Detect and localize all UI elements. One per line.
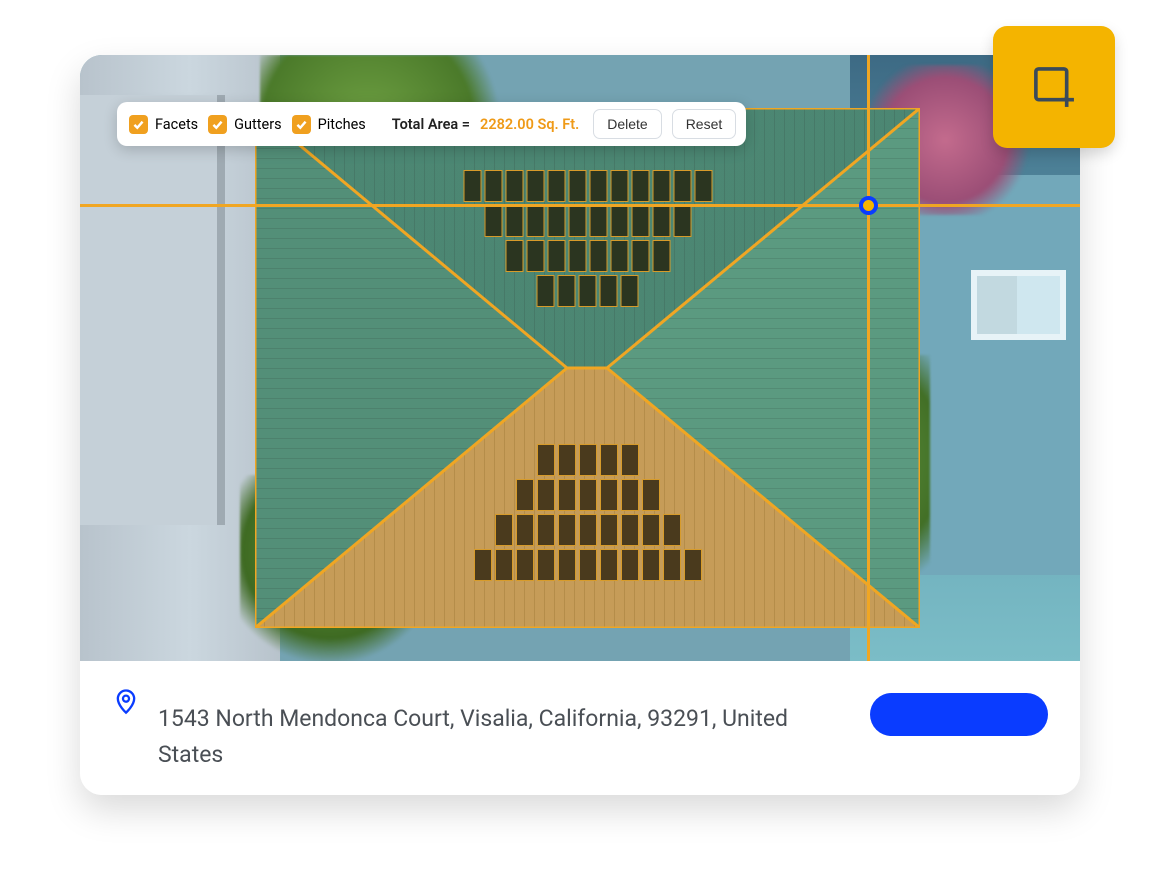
reset-button[interactable]: Reset bbox=[672, 109, 737, 139]
solar-panel bbox=[537, 275, 555, 307]
solar-panel bbox=[631, 205, 649, 237]
guideline-horizontal[interactable] bbox=[80, 204, 1080, 207]
solar-panel bbox=[694, 170, 712, 202]
total-area-label: Total Area = bbox=[392, 116, 470, 133]
measurement-card: Facets Gutters Pitches Total Area = 2282… bbox=[80, 55, 1080, 795]
delete-button[interactable]: Delete bbox=[593, 109, 661, 139]
solar-panel bbox=[516, 479, 534, 511]
solar-panel bbox=[631, 240, 649, 272]
solar-panel bbox=[652, 170, 670, 202]
solar-panel bbox=[568, 240, 586, 272]
solar-panel bbox=[579, 479, 597, 511]
solar-panel bbox=[684, 549, 702, 581]
solar-panel bbox=[516, 514, 534, 546]
solar-panel bbox=[558, 549, 576, 581]
solar-panel bbox=[568, 205, 586, 237]
solar-panel bbox=[642, 549, 660, 581]
solar-panel bbox=[579, 275, 597, 307]
solar-panel bbox=[663, 514, 681, 546]
solar-panel bbox=[495, 549, 513, 581]
solar-panel bbox=[610, 240, 628, 272]
pitches-checkbox[interactable]: Pitches bbox=[292, 115, 366, 134]
solar-panel bbox=[610, 205, 628, 237]
solar-panel bbox=[631, 170, 649, 202]
solar-panel bbox=[642, 514, 660, 546]
facets-checkbox[interactable]: Facets bbox=[129, 115, 198, 134]
gutters-checkbox[interactable]: Gutters bbox=[208, 115, 281, 134]
location-pin-icon bbox=[112, 687, 140, 715]
roof-structure[interactable] bbox=[255, 108, 920, 628]
solar-panel bbox=[663, 549, 681, 581]
solar-panel bbox=[484, 170, 502, 202]
primary-action-button[interactable] bbox=[870, 693, 1048, 736]
solar-panel bbox=[505, 205, 523, 237]
facets-label: Facets bbox=[155, 116, 198, 133]
solar-panel bbox=[537, 549, 555, 581]
solar-panel bbox=[600, 549, 618, 581]
measurement-toolbar: Facets Gutters Pitches Total Area = 2282… bbox=[117, 102, 746, 146]
solar-panel bbox=[673, 205, 691, 237]
solar-panel bbox=[495, 514, 513, 546]
guideline-vertical[interactable] bbox=[867, 55, 870, 661]
solar-panel bbox=[600, 479, 618, 511]
address-text: 1543 North Mendonca Court, Visalia, Cali… bbox=[158, 683, 852, 772]
solar-panel bbox=[589, 240, 607, 272]
solar-panel bbox=[673, 170, 691, 202]
solar-panel bbox=[463, 170, 481, 202]
check-icon bbox=[292, 115, 311, 134]
pitches-label: Pitches bbox=[318, 116, 366, 133]
solar-panel bbox=[652, 205, 670, 237]
solar-panel bbox=[537, 514, 555, 546]
solar-panel bbox=[589, 205, 607, 237]
check-icon bbox=[208, 115, 227, 134]
solar-panel bbox=[621, 549, 639, 581]
solar-panel bbox=[579, 444, 597, 476]
solar-panel bbox=[600, 275, 618, 307]
solar-panel bbox=[621, 444, 639, 476]
solar-panel bbox=[621, 275, 639, 307]
solar-panel bbox=[558, 444, 576, 476]
solar-panel bbox=[474, 549, 492, 581]
solar-panel bbox=[589, 170, 607, 202]
solar-panel bbox=[505, 170, 523, 202]
solar-array-top bbox=[463, 170, 712, 307]
solar-panel bbox=[558, 275, 576, 307]
solar-panel bbox=[568, 170, 586, 202]
solar-panel bbox=[558, 479, 576, 511]
solar-panel bbox=[579, 514, 597, 546]
aerial-map-canvas[interactable]: Facets Gutters Pitches Total Area = 2282… bbox=[80, 55, 1080, 661]
gutters-label: Gutters bbox=[234, 116, 281, 133]
solar-panel bbox=[526, 170, 544, 202]
solar-panel bbox=[621, 479, 639, 511]
address-footer: 1543 North Mendonca Court, Visalia, Cali… bbox=[80, 661, 1080, 795]
corner-handle[interactable] bbox=[859, 196, 878, 215]
crop-add-icon bbox=[1025, 58, 1083, 116]
solar-panel bbox=[579, 549, 597, 581]
solar-panel bbox=[600, 444, 618, 476]
solar-panel bbox=[547, 240, 565, 272]
solar-panel bbox=[610, 170, 628, 202]
solar-panel bbox=[642, 479, 660, 511]
solar-panel bbox=[526, 205, 544, 237]
solar-panel bbox=[516, 549, 534, 581]
solar-panel bbox=[484, 205, 502, 237]
solar-panel bbox=[652, 240, 670, 272]
solar-panel bbox=[505, 240, 523, 272]
solar-array-bottom bbox=[474, 444, 702, 581]
solar-panel bbox=[537, 479, 555, 511]
solar-panel bbox=[547, 170, 565, 202]
solar-panel bbox=[526, 240, 544, 272]
crop-tool-badge[interactable] bbox=[993, 26, 1115, 148]
total-area-value: 2282.00 Sq. Ft. bbox=[480, 116, 579, 133]
solar-panel bbox=[537, 444, 555, 476]
check-icon bbox=[129, 115, 148, 134]
solar-panel bbox=[621, 514, 639, 546]
solar-panel bbox=[600, 514, 618, 546]
solar-panel bbox=[547, 205, 565, 237]
solar-panel bbox=[558, 514, 576, 546]
